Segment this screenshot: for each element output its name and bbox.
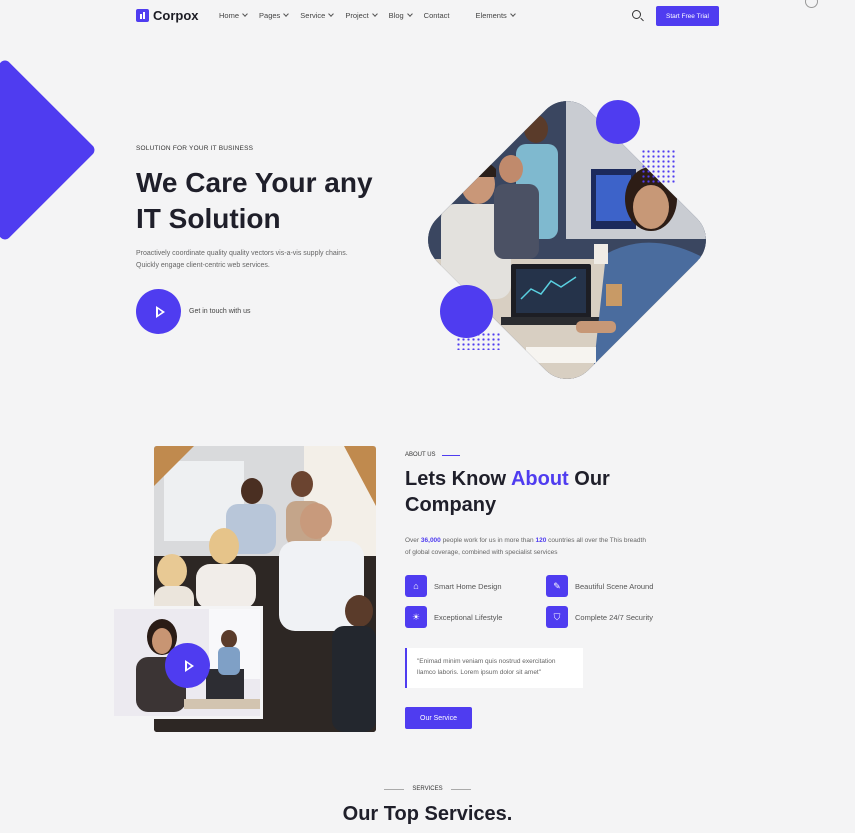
chevron-down-icon: [283, 11, 290, 17]
brand-logo[interactable]: Corpox: [136, 8, 199, 23]
nav-label: Blog: [388, 11, 404, 20]
decorative-circle: [596, 100, 640, 144]
dot-pattern: [641, 149, 676, 184]
eyebrow-line: [450, 788, 471, 790]
lightbulb-icon: ☀: [405, 606, 427, 628]
main-nav: Home Pages Service Project Blog Contact …: [219, 11, 516, 20]
hero-title-line1: We Care Your any: [136, 167, 373, 198]
nav-label: Project: [345, 11, 369, 20]
about-description: Over 36,000 people work for us in more t…: [405, 535, 695, 559]
desc-text: countries all over the This breadth: [546, 537, 646, 544]
logo-icon: [136, 9, 149, 22]
nav-item-blog[interactable]: Blog: [388, 11, 413, 20]
feature-item: ✎ Beautiful Scene Around: [546, 575, 653, 597]
chevron-down-icon: [328, 11, 335, 17]
nav-item-project[interactable]: Project: [345, 11, 378, 20]
play-video-button[interactable]: [136, 289, 181, 334]
nav-label: Elements: [475, 11, 507, 20]
about-eyebrow-label: ABOUT US: [405, 452, 436, 458]
feature-item: ⛉ Complete 24/7 Security: [546, 606, 653, 628]
about-title-line2: Company: [405, 494, 497, 516]
about-title-post: Our: [568, 468, 610, 490]
decorative-shape: [0, 58, 97, 242]
start-free-trial-button[interactable]: Start Free Trial: [656, 6, 719, 26]
play-video-button[interactable]: [165, 643, 210, 688]
dot-pattern: [456, 332, 501, 350]
feature-item: ☀ Exceptional Lifestyle: [405, 606, 502, 628]
nav-item-contact[interactable]: Contact: [424, 11, 450, 20]
about-title-pre: Lets Know: [405, 468, 511, 490]
about-title: Lets Know About Our Company: [405, 466, 665, 518]
desc-text: people work for us in more than: [440, 537, 536, 544]
feature-item: ⌂ Smart Home Design: [405, 575, 502, 597]
hero-title-line2: IT Solution: [136, 203, 281, 234]
about-eyebrow: ABOUT US: [405, 452, 460, 458]
chevron-down-icon: [509, 11, 516, 17]
our-service-button[interactable]: Our Service: [405, 707, 472, 729]
brand-name: Corpox: [153, 8, 199, 23]
quote-line1: "Enimad minim veniam quis nostrud exerci…: [417, 658, 556, 665]
nav-item-pages[interactable]: Pages: [259, 11, 290, 20]
country-count: 120: [535, 537, 547, 544]
play-icon: [155, 305, 165, 318]
hero-desc-line2: Quickly engage client-centric web servic…: [136, 262, 270, 269]
shield-icon: ⛉: [546, 606, 568, 628]
nav-item-home[interactable]: Home: [219, 11, 248, 20]
brush-icon: ✎: [546, 575, 568, 597]
people-count: 36,000: [420, 537, 441, 544]
search-icon[interactable]: [632, 10, 641, 19]
services-title: Our Top Services.: [342, 803, 513, 825]
decorative-circle: [440, 285, 493, 338]
nav-label: Service: [300, 11, 326, 20]
services-eyebrow: SERVICES: [0, 786, 855, 792]
about-quote: "Enimad minim veniam quis nostrud exerci…: [405, 648, 583, 688]
get-in-touch-link[interactable]: Get in touch with us: [189, 308, 250, 315]
feature-label: Beautiful Scene Around: [575, 581, 654, 591]
quote-line2: llamco laboris. Lorem ipsum dolor sit am…: [417, 669, 542, 676]
about-title-accent: About: [510, 468, 569, 490]
eyebrow-line: [441, 454, 460, 456]
home-icon: ⌂: [405, 575, 427, 597]
services-eyebrow-label: SERVICES: [412, 786, 443, 792]
desc-text: of global coverage, combined with specia…: [405, 549, 558, 556]
feature-label: Exceptional Lifestyle: [434, 612, 503, 622]
chevron-down-icon: [406, 11, 413, 17]
nav-item-elements[interactable]: Elements: [475, 11, 516, 20]
hero-desc-line1: Proactively coordinate quality quality v…: [136, 250, 348, 257]
nav-label: Home: [219, 11, 240, 20]
hero-eyebrow: SOLUTION FOR YOUR IT BUSINESS: [136, 145, 254, 152]
eyebrow-line: [384, 788, 405, 790]
circle-icon: [805, 0, 818, 8]
hero-title: We Care Your any IT Solution: [136, 165, 416, 237]
chevron-down-icon: [371, 11, 378, 17]
play-icon: [184, 659, 194, 672]
desc-text: Over: [405, 537, 421, 544]
nav-label: Contact: [423, 11, 450, 20]
hero-image: [415, 88, 719, 392]
nav-label: Pages: [259, 11, 281, 20]
hero-description: Proactively coordinate quality quality v…: [136, 248, 386, 272]
chevron-down-icon: [242, 11, 248, 17]
nav-item-service[interactable]: Service: [300, 11, 335, 20]
feature-label: Complete 24/7 Security: [575, 612, 653, 622]
feature-label: Smart Home Design: [434, 581, 502, 591]
